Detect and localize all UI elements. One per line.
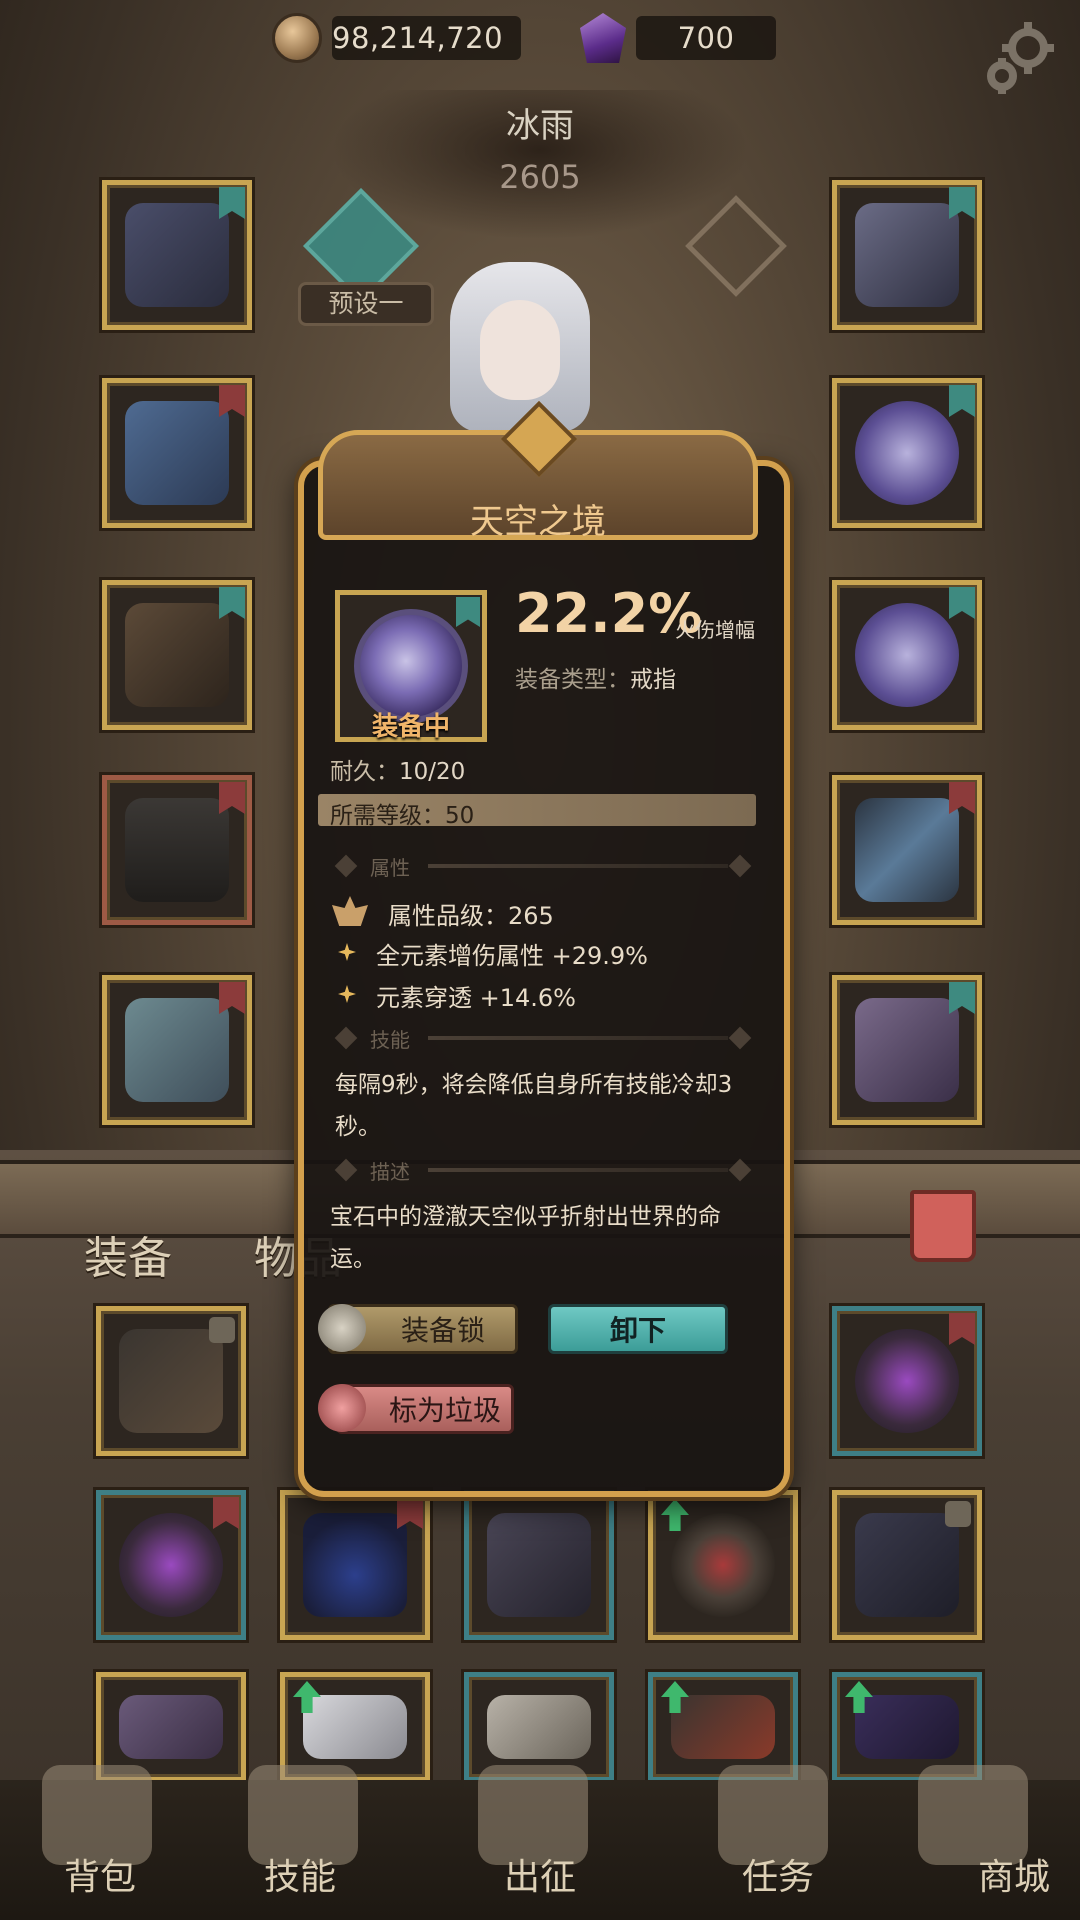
gloves-icon <box>125 603 229 707</box>
padlock-icon <box>318 1304 366 1352</box>
gem-counter: 700 <box>580 12 776 64</box>
section-description: 描述 <box>370 1160 410 1184</box>
item-description: 宝石中的澄澈天空似乎折射出世界的命运。 <box>330 1204 721 1272</box>
equipment-lock-label: 装备锁 <box>400 1314 485 1347</box>
equip-slot-helmet[interactable] <box>102 180 252 330</box>
quality-tag <box>219 187 245 219</box>
inventory-slot[interactable] <box>648 1490 798 1640</box>
armor-icon <box>487 1513 591 1617</box>
equipment-type: 装备类型：戒指 <box>515 667 676 693</box>
helmet-icon <box>125 203 229 307</box>
nav-shop[interactable]: 商城 <box>934 1848 1080 1900</box>
nav-expedition[interactable]: 出征 <box>460 1848 620 1900</box>
section-divider <box>428 1036 728 1040</box>
section-skill: 技能 <box>370 1028 410 1052</box>
inventory-slot[interactable] <box>832 1306 982 1456</box>
necklace-icon <box>855 203 959 307</box>
quality-tag <box>949 782 975 814</box>
attribute-line: 全元素增伤属性 +29.9% <box>376 942 648 970</box>
attribute-grade: 属性品级：265 <box>388 902 554 930</box>
gauntlet-icon <box>119 1513 223 1617</box>
required-level: 所需等级：50 <box>330 803 475 829</box>
mark-as-junk-label: 标为垃圾 <box>388 1394 501 1427</box>
quality-tag <box>219 587 245 619</box>
skill-description: 每隔9秒，将会降低自身所有技能冷却3秒。 <box>335 1072 733 1140</box>
equip-slot-ring-1[interactable] <box>832 378 982 528</box>
lock-icon <box>945 1501 971 1527</box>
durability-value: 10/20 <box>399 759 466 785</box>
equip-slot-armor[interactable] <box>102 378 252 528</box>
gem-icon <box>580 13 626 63</box>
quality-tag <box>219 982 245 1014</box>
gloves-icon <box>303 1695 407 1759</box>
nav-backpack[interactable]: 背包 <box>20 1848 180 1900</box>
durability: 耐久：10/20 <box>330 759 466 785</box>
ring-icon <box>671 1513 775 1617</box>
equip-slot-pants[interactable] <box>102 775 252 925</box>
wizard-hat-icon <box>855 1695 959 1759</box>
cloak-icon <box>119 1695 223 1759</box>
coin-icon <box>272 13 322 63</box>
equip-slot-offhand[interactable] <box>832 975 982 1125</box>
blade-icon <box>855 798 959 902</box>
gauntlet-icon <box>855 1329 959 1433</box>
equip-slot-weapon[interactable] <box>832 775 982 925</box>
junk-gem-icon <box>318 1384 366 1432</box>
quality-tag <box>219 782 245 814</box>
equip-slot-boots[interactable] <box>102 975 252 1125</box>
ring-icon <box>855 603 959 707</box>
armor-icon <box>125 401 229 505</box>
boots-icon <box>671 1695 775 1759</box>
character-face <box>480 300 560 400</box>
heart-amulet-icon <box>303 1513 407 1617</box>
equip-slot-gloves[interactable] <box>102 580 252 730</box>
quality-tag <box>456 597 480 627</box>
attribute-line: 元素穿透 +14.6% <box>376 984 576 1012</box>
ring-icon <box>855 401 959 505</box>
section-divider <box>428 1168 728 1172</box>
quality-tag <box>213 1497 239 1529</box>
section-attributes: 属性 <box>370 856 410 880</box>
inventory-slot[interactable] <box>280 1490 430 1640</box>
upgrade-arrow-icon <box>661 1499 689 1531</box>
inventory-slot[interactable] <box>96 1306 246 1456</box>
quality-tag <box>949 1313 975 1345</box>
nav-skills[interactable]: 技能 <box>220 1848 380 1900</box>
equip-slot-ring-2[interactable] <box>832 580 982 730</box>
inventory-slot[interactable] <box>832 1490 982 1640</box>
item-title: 天空之境 <box>470 502 606 542</box>
player-name: 冰雨 <box>506 106 574 146</box>
coin-value: 98,214,720 <box>332 21 504 55</box>
inventory-slot[interactable] <box>96 1490 246 1640</box>
preset-label[interactable]: 预设一 <box>298 282 434 326</box>
boots-icon <box>125 998 229 1102</box>
equip-slot-necklace[interactable] <box>832 180 982 330</box>
inventory-slot[interactable] <box>464 1490 614 1640</box>
claw-icon <box>855 1513 959 1617</box>
quality-tag <box>397 1497 423 1529</box>
unequip-label: 卸下 <box>609 1314 666 1347</box>
nav-quests[interactable]: 任务 <box>698 1848 858 1900</box>
unequip-button[interactable]: 卸下 <box>548 1304 728 1354</box>
quality-tag <box>949 385 975 417</box>
lock-icon <box>209 1317 235 1343</box>
pants-icon <box>487 1695 591 1759</box>
equipped-label: 装备中 <box>371 712 450 742</box>
staff-icon <box>119 1329 223 1433</box>
tome-icon <box>855 998 959 1102</box>
equipment-type-value: 戒指 <box>630 667 676 693</box>
quality-tag <box>949 982 975 1014</box>
quality-tag <box>219 385 245 417</box>
main-stat-name: 火伤增幅 <box>675 618 755 642</box>
quality-tag <box>949 587 975 619</box>
coin-counter: 98,214,720 <box>272 12 522 64</box>
pants-icon <box>125 798 229 902</box>
gem-value: 700 <box>677 21 735 55</box>
settings-gear-icon[interactable] <box>980 18 1060 98</box>
tab-equipment[interactable]: 装备 <box>84 1222 172 1286</box>
quality-tag <box>949 187 975 219</box>
section-divider <box>428 864 728 868</box>
trash-icon[interactable] <box>910 1190 976 1262</box>
